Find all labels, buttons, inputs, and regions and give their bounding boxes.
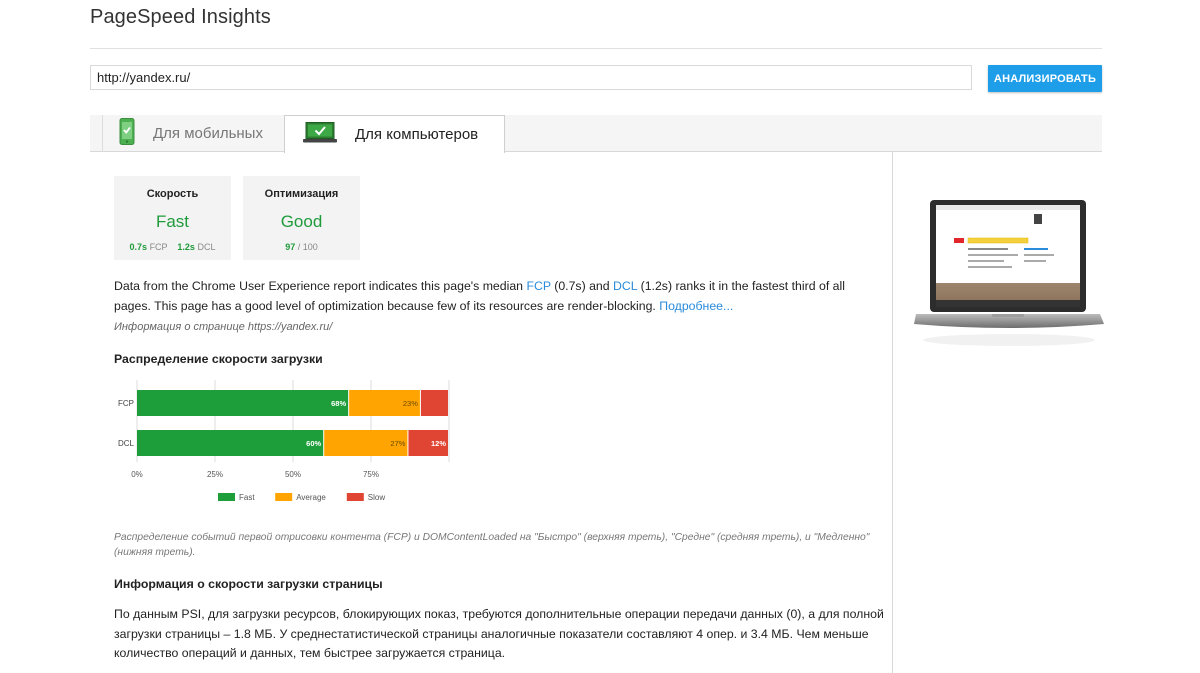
laptop-check-icon [303,121,337,148]
category-label: FCP [118,399,134,408]
speed-card: Скорость Fast 0.7s FCP 1.2s DCL [114,176,231,260]
category-label: DCL [118,439,135,448]
tab-mobile[interactable]: Для мобильных [102,115,284,152]
optimization-max: / 100 [297,242,318,252]
speed-card-label: Скорость [146,188,199,200]
dcl-metric-value: 1.2s [177,242,195,252]
bar-fast [137,430,324,456]
legend-label: Fast [239,493,255,502]
desktop-preview [914,200,1104,365]
legend-label: Slow [368,493,386,502]
summary-part1: Data from the Chrome User Experience rep… [114,279,527,293]
legend-swatch [346,493,364,501]
bar-value-label: 23% [403,399,418,408]
fcp-link[interactable]: FCP [526,279,550,293]
distribution-caption: Распределение событий первой отрисовки к… [114,532,870,558]
summary-part2: (0.7s) and [550,279,614,293]
speed-info-title: Информация о скорости загрузки страницы [114,577,383,591]
dcl-link[interactable]: DCL [613,279,637,293]
bar-value-label: 60% [306,439,321,448]
bar-value-label: 27% [390,439,405,448]
legend-swatch [218,493,235,501]
bar-slow [420,390,448,416]
device-tabbar: Для мобильных Для компьютеров [90,115,1102,153]
optimization-card-value: Good [280,212,323,231]
mobile-phone-check-icon [119,118,135,149]
bar-fast [137,390,349,416]
x-tick-label: 0% [131,470,143,479]
bar-value-label: 68% [331,399,346,408]
fcp-metric-label: FCP [149,242,168,252]
tab-desktop-label: Для компьютеров [355,126,479,143]
speed-card-metrics: 0.7s FCP 1.2s DCL [114,242,231,252]
analyze-button[interactable]: АНАЛИЗИРОВАТЬ [988,65,1102,92]
app-title: PageSpeed Insights [90,6,271,28]
dcl-metric-label: DCL [197,242,216,252]
url-input[interactable] [90,65,972,90]
fcp-metric-value: 0.7s [129,242,148,252]
optimization-score: 97 [285,242,296,252]
tab-desktop[interactable]: Для компьютеров [284,115,505,153]
speed-info-text: По данным PSI, для загрузки ресурсов, бл… [114,607,884,660]
speed-card-value: Fast [155,212,190,231]
x-tick-label: 75% [363,470,379,479]
optimization-card-label: Оптимизация [264,188,339,200]
more-link[interactable]: Подробнее... [659,299,733,313]
legend-label: Average [296,493,326,502]
bar-value-label: 12% [431,439,446,448]
tab-mobile-label: Для мобильных [153,125,263,142]
optimization-card: Оптимизация Good 97 / 100 [243,176,360,260]
page-info: Информация о странице https://yandex.ru/ [114,321,333,333]
optimization-card-score: 97 / 100 [243,242,360,252]
x-tick-label: 25% [207,470,223,479]
title-divider [90,48,1102,49]
distribution-chart: 0% 25% 50% 75% FCP 68% 23% DCL 60% 27% 12% Fast Aver… [118,380,450,502]
distribution-title: Распределение скорости загрузки [114,352,323,366]
summary-text: Data from the Chrome User Experience rep… [114,277,874,316]
x-tick-label: 50% [285,470,301,479]
legend-swatch [275,493,293,501]
content-divider [892,152,893,673]
